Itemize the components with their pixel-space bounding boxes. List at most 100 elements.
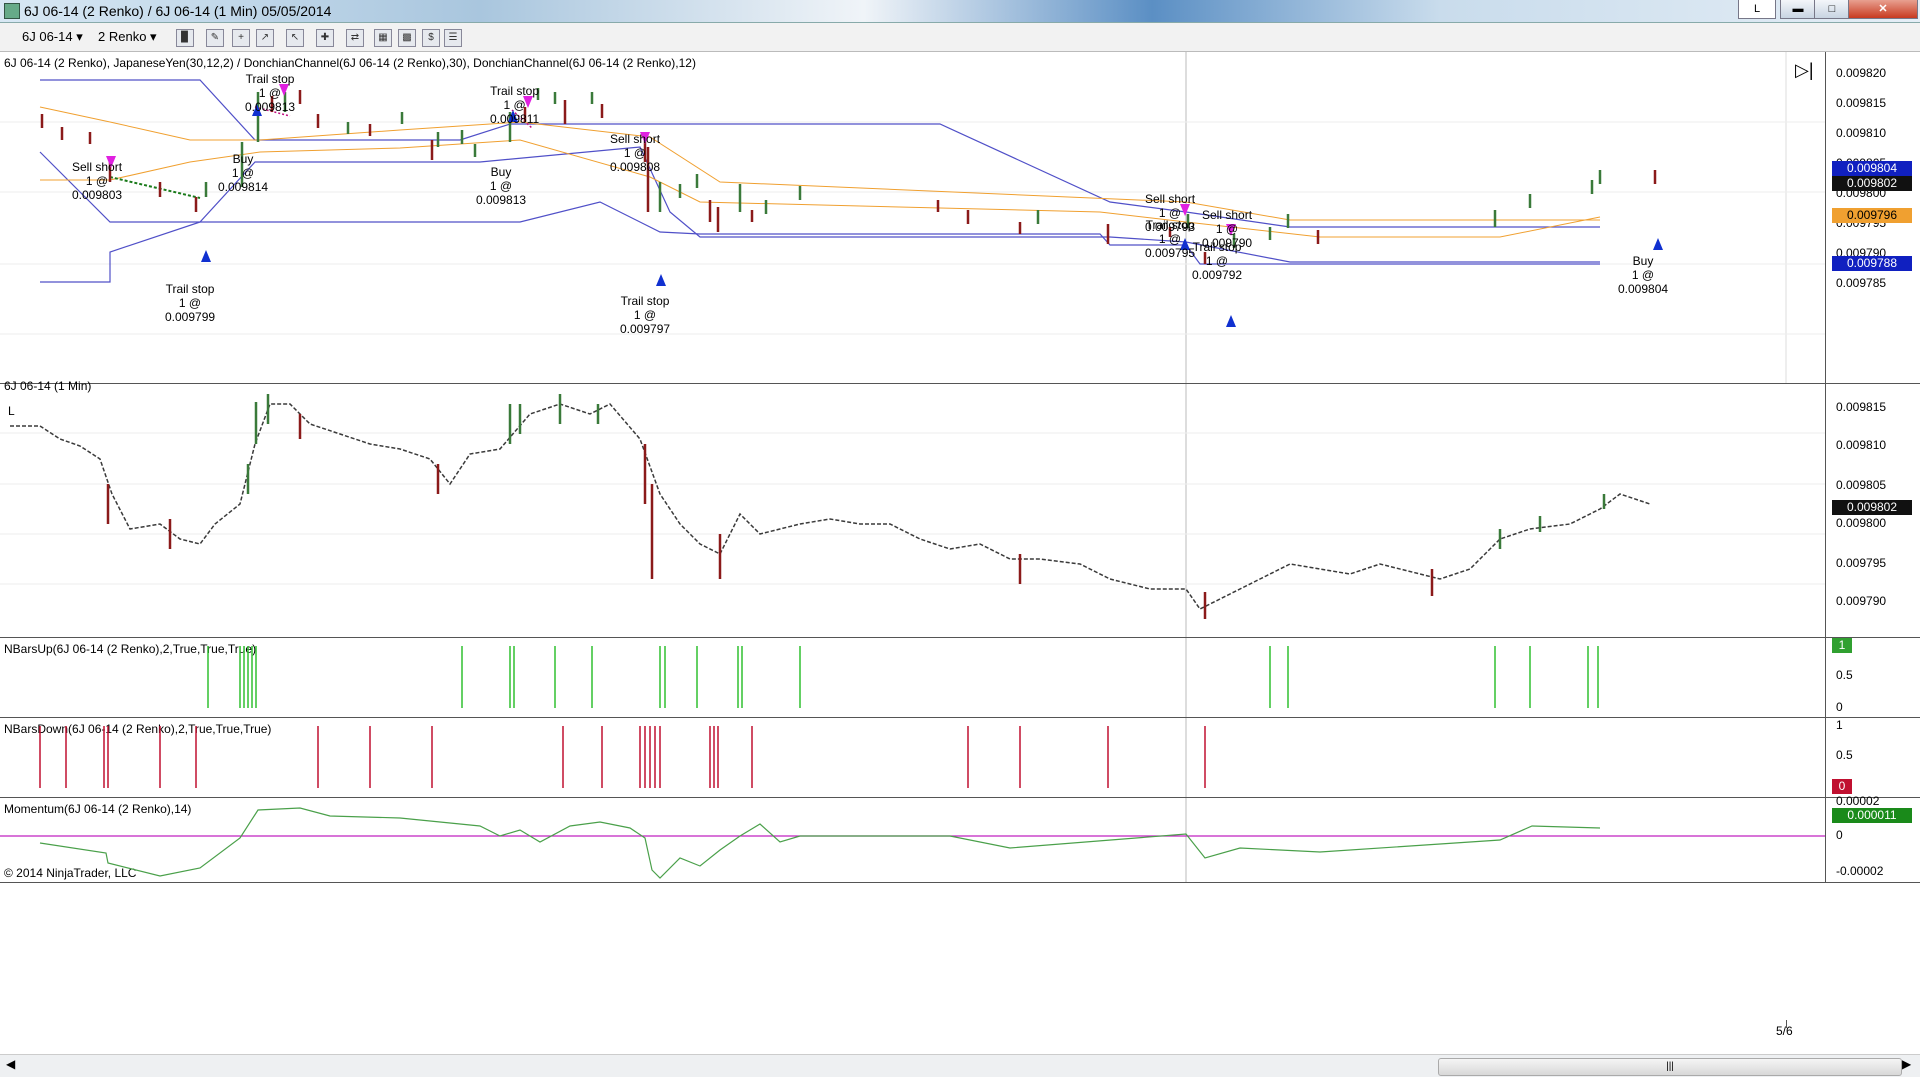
minute-chart-svg (0, 384, 1826, 637)
value-tick: 0.5 (1836, 668, 1853, 682)
end-of-chart-icon[interactable]: ▷| (1795, 60, 1814, 81)
strategy-icon[interactable]: ↗ (256, 29, 274, 47)
annotation-action: Sell short (610, 132, 661, 146)
nbars-up-svg (207, 638, 1599, 717)
nbars-down-panel[interactable]: NBarsDown(6J 06-14 (2 Renko),2,True,True… (0, 718, 1920, 798)
price-tick: 0.009800 (1836, 516, 1887, 530)
price-tick: 0.009795 (1836, 556, 1887, 570)
price-tick: 0.009805 (1836, 478, 1887, 492)
image-icon[interactable]: ▩ (398, 29, 416, 47)
value-tick: 0.00002 (1836, 794, 1880, 808)
annotation-fill: 1 @ 0.009813 (476, 179, 527, 207)
annotation-sell-short: Sell short 1 @ 0.009803 (72, 160, 122, 202)
renko-price-axis[interactable]: 0.009820 0.009815 0.009810 0.009805 0.00… (1825, 52, 1920, 383)
momentum-axis[interactable]: 0.00002 0 -0.00002 0.000011 (1825, 794, 1920, 882)
value-tick: 1 (1836, 718, 1843, 732)
annotation-action: Sell short (1145, 192, 1196, 206)
price-tick: 0.009785 (1836, 276, 1887, 290)
value-tick: 0 (1836, 828, 1843, 842)
value-tick: -0.00002 (1836, 864, 1884, 878)
price-tick: 0.009815 (1836, 400, 1887, 414)
renko-price-panel[interactable]: 6J 06-14 (2 Renko), JapaneseYen(30,12,2)… (0, 52, 1920, 384)
price-tick: 0.009810 (1836, 438, 1887, 452)
annotation-action: Trail stop (1145, 218, 1195, 232)
donchian-upper-price-tag: 0.009804 (1832, 161, 1912, 176)
annotation-buy: Buy 1 @ 0.009813 (476, 165, 526, 207)
crosshair-icon[interactable]: ✚ (316, 29, 334, 47)
time-tick-label: 5/6 (1776, 1024, 1793, 1038)
sell-trade-line (109, 176, 201, 199)
price-tick: 0.009790 (1836, 594, 1887, 608)
annotation-fill: 1 @ 0.009804 (1618, 268, 1669, 296)
chart-toolbar: 6J 06-14 ▾ 2 Renko ▾ ▉ ✎ + ↗ ↖ ✚ ⇄ ▦ ▩ $… (0, 23, 1920, 52)
period-label: 2 Renko (98, 29, 147, 44)
nbars-up-value-tag: 1 (1832, 638, 1852, 653)
annotation-action: Sell short (72, 160, 123, 174)
annotation-action: Trail stop (165, 282, 215, 296)
annotation-fill: 1 @ 0.009811 (490, 98, 540, 126)
time-axis[interactable]: 5/6 (0, 1018, 1920, 1054)
nbars-down-svg (39, 718, 1206, 797)
properties-icon[interactable]: ☰ (444, 29, 462, 47)
price-tick: 0.009810 (1836, 126, 1887, 140)
window-title: 6J 06-14 (2 Renko) / 6J 06-14 (1 Min) 05… (24, 3, 332, 19)
annotation-fill: 1 @ 0.009813 (245, 86, 296, 114)
last-price-tag: 0.009802 (1832, 500, 1912, 515)
horizontal-scrollbar[interactable]: ◀ ||| ▶ (0, 1054, 1920, 1077)
annotation-action: Trail stop (1192, 240, 1242, 254)
data-box-icon[interactable]: ▦ (374, 29, 392, 47)
zoom-icon[interactable]: ⇄ (346, 29, 364, 47)
scroll-left-icon[interactable]: ◀ (6, 1057, 15, 1071)
annotation-action: Trail stop (620, 294, 670, 308)
annotation-trail-stop: Trail stop 1 @ 0.009795 (1145, 218, 1195, 260)
close-icon[interactable]: ✕ (1848, 0, 1918, 19)
scroll-thumb[interactable]: ||| (1438, 1058, 1902, 1076)
minimize-icon[interactable]: ▬ (1780, 0, 1816, 19)
minute-price-panel[interactable]: 6J 06-14 (1 Min) L 0.009815 0.009810 0.0… (0, 379, 1920, 638)
value-tick: 0 (1836, 700, 1843, 714)
annotation-trail-stop: Trail stop 1 @ 0.009813 (245, 72, 295, 114)
annotation-fill: 1 @ 0.009808 (610, 146, 661, 174)
annotation-trail-stop: Trail stop 1 @ 0.009792 (1192, 240, 1242, 282)
annotation-fill: 1 @ 0.009797 (620, 308, 671, 336)
link-button[interactable]: L (1738, 0, 1776, 19)
annotation-action: Trail stop (245, 72, 295, 86)
maximize-icon[interactable]: □ (1814, 0, 1850, 19)
nbars-up-axis[interactable]: 0.5 0 1 (1825, 638, 1920, 717)
last-price-tag: 0.009802 (1832, 176, 1912, 191)
scroll-right-icon[interactable]: ▶ (1902, 1057, 1911, 1071)
instrument-selector[interactable]: 6J 06-14 ▾ (22, 28, 83, 46)
annotation-trail-stop: Trail stop 1 @ 0.009799 (165, 282, 215, 324)
annotation-buy: Buy 1 @ 0.009804 (1618, 254, 1668, 296)
momentum-svg (0, 798, 1826, 882)
period-selector[interactable]: 2 Renko ▾ (98, 28, 157, 46)
chart-area[interactable]: 6J 06-14 (2 Renko), JapaneseYen(30,12,2)… (0, 52, 1920, 1018)
bar-type-icon[interactable]: ▉ (176, 29, 194, 47)
nbars-down-axis[interactable]: 1 0.5 0 (1825, 718, 1920, 797)
price-tick: 0.009815 (1836, 96, 1887, 110)
window-title-bar[interactable]: 6J 06-14 (2 Renko) / 6J 06-14 (1 Min) 05… (0, 0, 1920, 23)
annotation-action: Buy (232, 152, 254, 166)
annotation-fill: 1 @ 0.009803 (72, 174, 123, 202)
price-tick: 0.009820 (1836, 66, 1887, 80)
value-tick: 0.5 (1836, 748, 1853, 762)
momentum-panel[interactable]: Momentum(6J 06-14 (2 Renko),14) © 2014 N… (0, 794, 1920, 883)
pencil-icon[interactable]: ✎ (206, 29, 224, 47)
annotation-sell-short: Sell short 1 @ 0.009808 (610, 132, 660, 174)
nbars-up-panel[interactable]: NBarsUp(6J 06-14 (2 Renko),2,True,True,T… (0, 638, 1920, 718)
add-indicator-icon[interactable]: + (232, 29, 250, 47)
app-icon (4, 3, 20, 19)
annotation-trail-stop: Trail stop 1 @ 0.009811 (490, 84, 539, 126)
minute-price-axis[interactable]: 0.009815 0.009810 0.009805 0.009800 0.00… (1825, 384, 1920, 637)
donchian-30-lower (40, 201, 1600, 283)
annotation-fill: 1 @ 0.009814 (218, 166, 269, 194)
annotation-action: Sell short (1202, 208, 1253, 222)
annotation-action: Buy (1632, 254, 1654, 268)
pointer-icon[interactable]: ↖ (286, 29, 304, 47)
dollar-icon[interactable]: $ (422, 29, 440, 47)
momentum-value-tag: 0.000011 (1832, 808, 1912, 823)
annotation-action: Trail stop (490, 84, 540, 98)
annotation-fill: 1 @ 0.009799 (165, 296, 216, 324)
annotation-fill: 1 @ 0.009792 (1192, 254, 1243, 282)
annotation-action: Buy (490, 165, 512, 179)
